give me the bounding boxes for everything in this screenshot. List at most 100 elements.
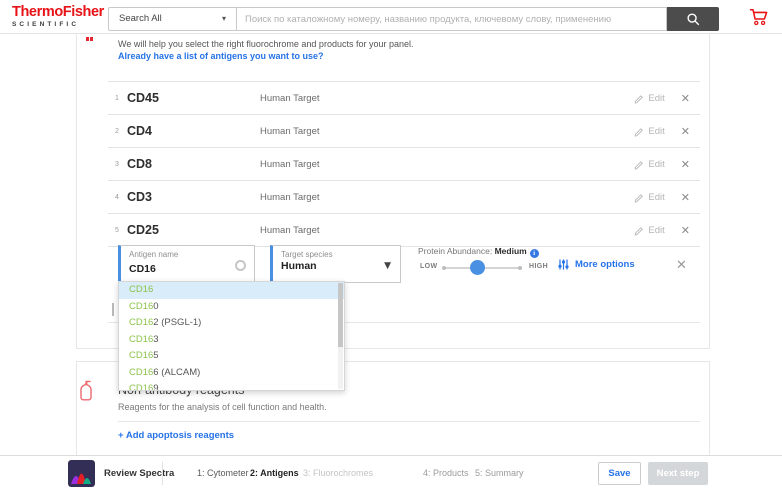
suggestion-match: CD16 [129, 333, 154, 345]
step-summary: 5: Summary [475, 468, 524, 478]
remove-antigen-button[interactable]: ✕ [681, 159, 690, 170]
add-apoptosis-reagents-link[interactable]: + Add apoptosis reagents [118, 430, 234, 441]
suggestion-item[interactable]: CD166 (ALCAM) [119, 365, 344, 382]
cart-icon [749, 8, 768, 26]
search-scope-label: Search All [119, 13, 162, 24]
antigen-name-field-label: Antigen name [129, 250, 179, 259]
chevron-down-icon[interactable]: ▼ [384, 261, 391, 271]
antigen-row: 3 CD8 Human Target Edit ✕ [108, 148, 700, 181]
remove-antigen-button[interactable]: ✕ [681, 126, 690, 137]
pencil-icon [635, 94, 644, 104]
cart-button[interactable] [746, 7, 772, 29]
antigen-row: 1 CD45 Human Target Edit ✕ [108, 82, 700, 115]
row-number: 1 [115, 94, 119, 102]
step-antigens[interactable]: 2: Antigens [250, 456, 299, 491]
antigen-name: CD25 [127, 223, 159, 237]
suggestion-rest: 3 [153, 333, 159, 345]
search-scope-dropdown[interactable]: Search All ▾ [108, 7, 237, 31]
pencil-icon [635, 160, 644, 170]
suggestion-match: CD16 [129, 366, 154, 378]
row-number: 4 [115, 193, 119, 201]
antigen-suggestion-dropdown: CD16 CD160 CD162 (PSGL-1) CD163 CD165 CD… [118, 281, 345, 391]
suggestion-item[interactable]: CD160 [119, 299, 344, 316]
antigen-name: CD8 [127, 157, 153, 171]
review-spectra-label: Review Spectra [104, 468, 175, 479]
spectra-icon [68, 460, 95, 487]
intro-text: We will help you select the right fluoro… [118, 39, 414, 49]
save-button[interactable]: Save [598, 462, 641, 485]
antigen-name-field[interactable]: Antigen name [118, 245, 255, 283]
panel-designer-page: ThermoFisher SCIENTIFIC Search All ▾ We … [0, 0, 782, 491]
row-number: 3 [115, 160, 119, 168]
target-species-field-label: Target species [281, 250, 333, 259]
target-species-text: Human Target [260, 125, 320, 137]
abundance-caption: Protein Abundance: [418, 246, 493, 256]
search-input[interactable] [237, 7, 667, 31]
chevron-down-icon: ▾ [221, 14, 226, 23]
edit-button[interactable]: Edit [633, 225, 665, 236]
pencil-icon [635, 127, 644, 137]
edit-button[interactable]: Edit [633, 92, 665, 104]
antigen-row: 5 CD25 Human Target Edit ✕ [108, 214, 700, 247]
footer-divider [162, 462, 163, 485]
protein-abundance-label: Protein Abundance: Medium i [418, 246, 539, 258]
next-step-button[interactable]: Next step [648, 462, 708, 485]
remove-antigen-button[interactable]: ✕ [681, 225, 690, 236]
abundance-value: Medium [494, 246, 527, 256]
tune-icon [558, 259, 569, 270]
pencil-icon [635, 193, 644, 203]
suggestion-match: CD16 [129, 383, 154, 391]
target-species-field[interactable]: Target species Human ▼ [270, 245, 401, 283]
logo-subtitle: SCIENTIFIC [12, 20, 80, 28]
wizard-footer: Review Spectra 1: Cytometer 2: Antigens … [0, 455, 782, 491]
slider-dot-left [442, 266, 446, 270]
logo-wordmark: ThermoFisher [12, 4, 104, 20]
antigen-name: CD45 [127, 91, 159, 105]
suggestion-item[interactable]: CD163 [119, 332, 344, 349]
suggestion-match: CD16 [129, 350, 154, 361]
abundance-slider-thumb[interactable] [470, 260, 485, 275]
hidden-button-fragment [112, 303, 114, 316]
review-spectra-button[interactable] [68, 460, 95, 487]
suggestion-rest: 2 (PSGL-1) [153, 317, 202, 328]
antigen-name-input[interactable] [129, 263, 219, 275]
remove-antigen-button[interactable]: ✕ [681, 93, 690, 104]
target-species-text: Human Target [260, 224, 320, 236]
target-species-text: Human Target [260, 191, 320, 203]
suggestion-item[interactable]: CD169 [119, 381, 344, 391]
suggestion-item[interactable]: CD162 (PSGL-1) [119, 315, 344, 332]
clear-input-icon[interactable] [235, 260, 246, 271]
dropdown-scrollbar-thumb[interactable] [338, 283, 343, 347]
search-button[interactable] [667, 7, 719, 31]
edit-button[interactable]: Edit [633, 159, 665, 170]
section-description: Reagents for the analysis of cell functi… [118, 402, 327, 412]
edit-label: Edit [648, 92, 665, 104]
edit-button[interactable]: Edit [633, 125, 665, 137]
info-icon[interactable]: i [529, 249, 539, 258]
suggestion-match: CD16 [129, 300, 154, 312]
slider-dot-right [518, 266, 522, 270]
more-options-button[interactable]: More options [557, 258, 635, 271]
suggestion-rest: 0 [153, 300, 159, 312]
thermofisher-logo[interactable]: ThermoFisher SCIENTIFIC [12, 5, 104, 28]
flask-icon [80, 380, 96, 406]
suggestion-match: CD16 [129, 284, 154, 295]
edit-label: Edit [648, 125, 665, 137]
slider-high-label: HIGH [529, 263, 549, 270]
close-editor-button[interactable]: ✕ [676, 258, 687, 273]
remove-antigen-button[interactable]: ✕ [681, 192, 690, 203]
suggestion-item[interactable]: CD165 [119, 348, 344, 365]
antigen-list-link[interactable]: Already have a list of antigens you want… [118, 51, 324, 61]
row-number: 5 [115, 226, 119, 234]
step-cytometer[interactable]: 1: Cytometer [197, 456, 249, 491]
slider-low-label: LOW [420, 263, 438, 270]
edit-label: Edit [648, 191, 665, 203]
suggestion-rest: 5 [153, 350, 159, 361]
antigen-name: CD4 [127, 124, 153, 138]
antigen-list: 1 CD45 Human Target Edit ✕ 2 CD4 Human T… [108, 81, 700, 247]
section-separator [118, 421, 700, 422]
antigen-row: 4 CD3 Human Target Edit ✕ [108, 181, 700, 214]
more-options-label: More options [575, 259, 635, 270]
suggestion-item[interactable]: CD16 [119, 282, 344, 299]
edit-button[interactable]: Edit [633, 191, 665, 203]
